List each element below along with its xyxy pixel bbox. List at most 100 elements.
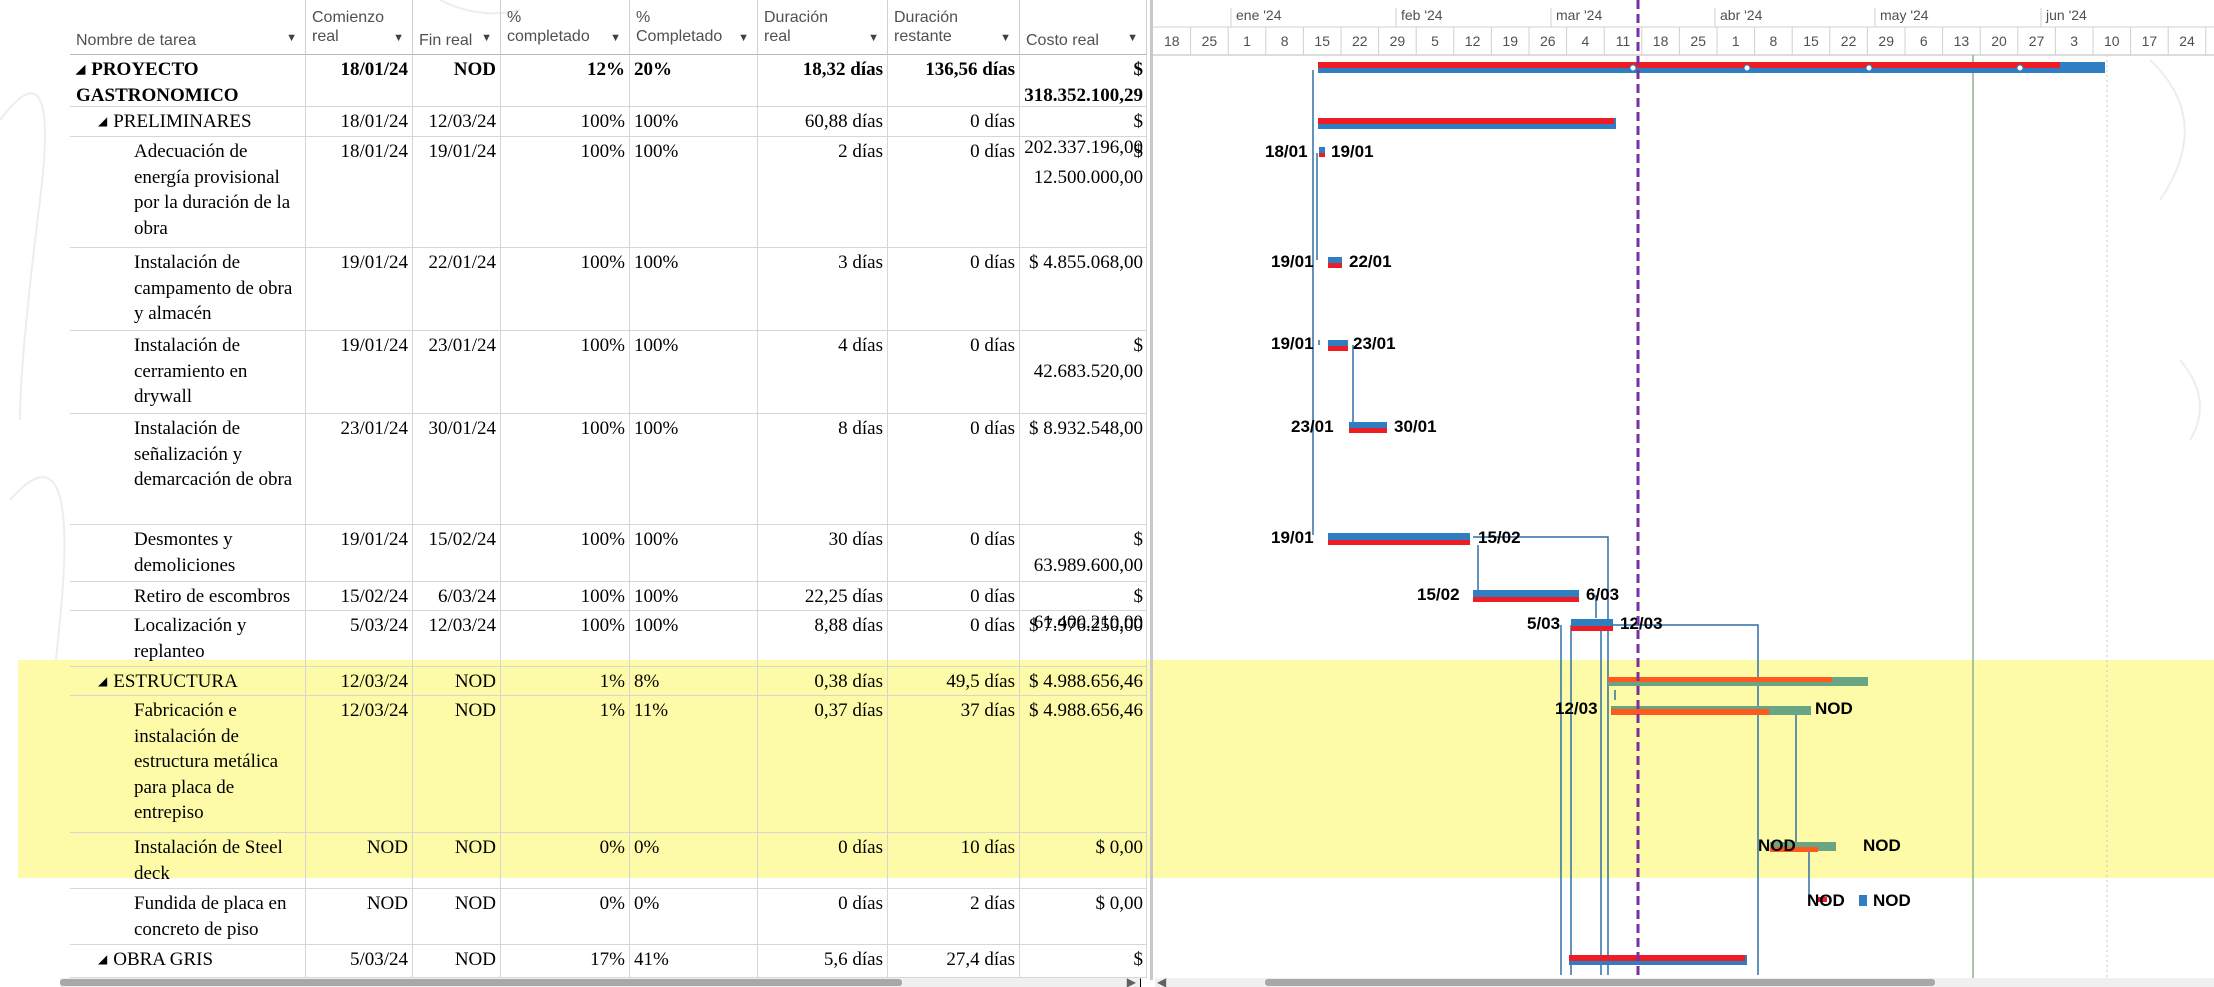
- timescale-day: 6: [1920, 33, 1928, 49]
- table-row-summary-preliminares[interactable]: ◢ PRELIMINARES 18/01/24 12/03/24 100% 100…: [70, 107, 1147, 158]
- col-header-cost[interactable]: Costo real ▼: [1020, 0, 1147, 55]
- task-bar[interactable]: [1473, 590, 1579, 598]
- timescale-day: 10: [2104, 33, 2120, 49]
- task-bar[interactable]: [1319, 147, 1325, 154]
- gantt-horizontal-scrollbar[interactable]: ◀: [1155, 975, 2214, 987]
- task-bar[interactable]: [1571, 619, 1613, 627]
- scrollbar-thumb[interactable]: [60, 979, 902, 986]
- pct2-cell: 100%: [630, 248, 758, 330]
- task-name: Instalación de campamento de obra y alma…: [70, 248, 306, 330]
- dropdown-arrow-icon[interactable]: ▼: [1127, 29, 1138, 48]
- table-row[interactable]: Instalación de cerramiento en drywall 19…: [70, 331, 1147, 414]
- bar-start-label: 18/01: [1265, 142, 1308, 161]
- bar-end-label: NOD: [1863, 836, 1901, 855]
- table-row[interactable]: Retiro de escombros 15/02/24 6/03/24 100…: [70, 582, 1147, 633]
- col-header-name-label: Nombre de tarea: [76, 32, 197, 49]
- cost-cell: $ 61.400.210,00: [1020, 582, 1147, 633]
- baseline-bar: [1318, 118, 1614, 124]
- table-row[interactable]: Instalación de Steel deck NOD NOD 0% 0% …: [70, 833, 1147, 889]
- task-bar[interactable]: [1328, 340, 1348, 347]
- task-bar[interactable]: [1328, 533, 1470, 541]
- dur-cell: 30 días: [758, 525, 888, 581]
- task-name: ESTRUCTURA: [113, 671, 238, 692]
- table-row[interactable]: Instalación de señalización y demarcació…: [70, 414, 1147, 525]
- task-name: Instalación de Steel deck: [70, 833, 306, 888]
- timescale-month: may '24: [1880, 7, 1929, 23]
- table-row[interactable]: Adecuación de energía provisional por la…: [70, 137, 1147, 248]
- dropdown-arrow-icon[interactable]: ▼: [738, 29, 749, 48]
- task-bar[interactable]: [1859, 895, 1867, 906]
- dur-cell: 5,6 días: [758, 945, 888, 977]
- bar-start-label: 12/03: [1555, 699, 1598, 718]
- pct2-cell: 100%: [630, 414, 758, 524]
- col-header-dur[interactable]: Duración real ▼: [758, 0, 888, 55]
- end-cell: 6/03/24: [413, 582, 501, 610]
- table-row[interactable]: Instalación de campamento de obra y alma…: [70, 248, 1147, 331]
- timescale-day: 1: [1732, 33, 1740, 49]
- table-row[interactable]: Desmontes y demoliciones 19/01/24 15/02/…: [70, 525, 1147, 582]
- triangle-collapse-icon[interactable]: ◢: [98, 952, 107, 966]
- bar-start-label: 15/02: [1417, 585, 1460, 604]
- scrollbar-thumb[interactable]: [1265, 979, 1935, 986]
- scroll-left-arrow-icon[interactable]: ◀: [1157, 975, 1166, 987]
- triangle-collapse-icon[interactable]: ◢: [98, 674, 107, 688]
- table-row[interactable]: Fabricación e instalación de estructura …: [70, 696, 1147, 833]
- rem-cell: 0 días: [888, 582, 1020, 610]
- bar-end-label: 30/01: [1394, 417, 1437, 436]
- cost-cell: $ 4.988.656,46: [1020, 667, 1147, 695]
- col-header-pct-line2: completado: [507, 28, 590, 45]
- col-header-pct[interactable]: % completado ▼: [501, 0, 630, 55]
- triangle-collapse-icon[interactable]: ◢: [98, 114, 107, 128]
- table-horizontal-scrollbar[interactable]: ▶: [60, 975, 1140, 987]
- timescale-day: 25: [1690, 33, 1706, 49]
- pct-cell: 100%: [501, 582, 630, 610]
- start-cell: 19/01/24: [306, 331, 413, 413]
- bar-start-label: 23/01: [1291, 417, 1334, 436]
- dropdown-arrow-icon[interactable]: ▼: [610, 29, 621, 48]
- task-bar[interactable]: [1328, 257, 1342, 264]
- table-row-summary-obra-gris[interactable]: ◢ OBRA GRIS 5/03/24 NOD 17% 41% 5,6 días …: [70, 945, 1147, 987]
- dropdown-arrow-icon[interactable]: ▼: [868, 29, 879, 48]
- col-header-start[interactable]: Comienzo real ▼: [306, 0, 413, 55]
- end-cell: NOD: [413, 696, 501, 832]
- timescale-day: 22: [1352, 33, 1368, 49]
- col-header-name[interactable]: Nombre de tarea ▼: [70, 0, 306, 55]
- task-name-cell: ◢ PRELIMINARES: [70, 107, 306, 136]
- table-row[interactable]: Fundida de placa en concreto de piso NOD…: [70, 889, 1147, 945]
- table-row-summary-project[interactable]: ◢ PROYECTO GASTRONOMICO 18/01/24 NOD 12% …: [70, 55, 1147, 107]
- col-header-dur-line1: Duración: [764, 9, 829, 26]
- gantt-chart[interactable]: ene '24 feb '24 mar '24 abr '24 may '24 …: [1150, 0, 2214, 980]
- dur-cell: 0 días: [758, 833, 888, 888]
- dropdown-arrow-icon[interactable]: ▼: [393, 29, 404, 48]
- timescale-day: 3: [2070, 33, 2078, 49]
- dropdown-arrow-icon[interactable]: ▼: [286, 29, 297, 48]
- pct-cell: 17%: [501, 945, 630, 977]
- start-cell: 12/03/24: [306, 667, 413, 695]
- end-cell: NOD: [413, 889, 501, 944]
- dropdown-arrow-icon[interactable]: ▼: [481, 29, 492, 48]
- baseline-bar: [1319, 153, 1325, 157]
- cost-cell: $ 0,00: [1020, 889, 1147, 944]
- col-header-pct2[interactable]: % Completado ▼: [630, 0, 758, 55]
- cost-cell: $ 4.855.068,00: [1020, 248, 1147, 330]
- col-header-rem[interactable]: Duración restante ▼: [888, 0, 1020, 55]
- baseline-bar: [1569, 955, 1745, 961]
- timescale-day: 19: [1502, 33, 1518, 49]
- timescale-month: jun '24: [2045, 7, 2087, 23]
- bar-start-label: 5/03: [1527, 614, 1560, 633]
- dropdown-arrow-icon[interactable]: ▼: [1000, 29, 1011, 48]
- baseline-bar: [1328, 263, 1342, 268]
- pct2-cell: 8%: [630, 667, 758, 695]
- end-cell: NOD: [413, 55, 501, 106]
- task-name: Fundida de placa en concreto de piso: [70, 889, 306, 944]
- triangle-collapse-icon[interactable]: ◢: [76, 62, 85, 76]
- task-bar[interactable]: [1349, 422, 1387, 429]
- timescale-day: 26: [1540, 33, 1556, 49]
- table-row[interactable]: Localización y replanteo 5/03/24 12/03/2…: [70, 611, 1147, 667]
- scroll-right-arrow-icon[interactable]: ▶: [1127, 975, 1136, 987]
- cost-cell: $ 0,00: [1020, 833, 1147, 888]
- col-header-end[interactable]: Fin real ▼: [413, 0, 501, 55]
- cost-cell: $ 12.500.000,00: [1020, 137, 1147, 247]
- table-row-summary-estructura[interactable]: ◢ ESTRUCTURA 12/03/24 NOD 1% 8% 0,38 días…: [70, 667, 1147, 696]
- dur-cell: 0 días: [758, 889, 888, 944]
